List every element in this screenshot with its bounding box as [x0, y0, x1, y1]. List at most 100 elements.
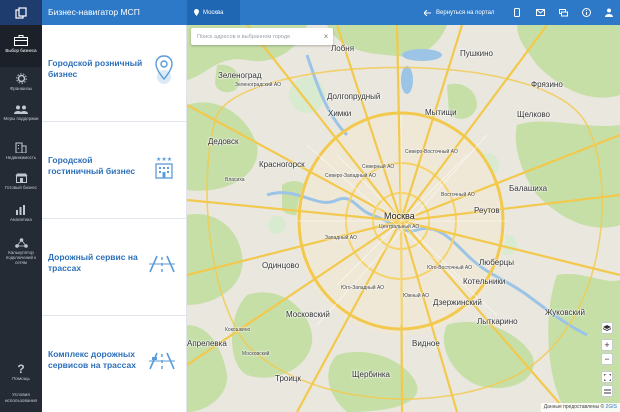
attribution-brand[interactable]: 2GIS: [606, 404, 617, 410]
category-label: Комплекс дорожных сервисов на трассах: [48, 349, 136, 370]
help-label: Помощь: [12, 376, 30, 381]
map-label-troitsk: Троицк: [275, 374, 301, 383]
address-search[interactable]: Поиск адресов в выбранном городе ×: [191, 28, 333, 45]
map-label-dzerzhinsky: Дзержинский: [433, 298, 482, 307]
category-hotel[interactable]: Городской гостиничный бизнес ★★★: [42, 122, 187, 219]
map-label-shchelkovo: Щелково: [517, 110, 550, 119]
map-label-reutov: Реутов: [474, 206, 500, 215]
back-to-portal-label: Вернуться на портал: [436, 9, 495, 16]
map-label-kokoshkino: Кокошкино: [225, 327, 251, 333]
top-bar: Бизнес-навигатор МСП Москва Вернуться на…: [0, 0, 620, 25]
minus-icon: −: [604, 353, 610, 364]
map-label-ne-district: Северо-Восточный АО: [405, 149, 458, 155]
app-title: Бизнес-навигатор МСП: [48, 7, 140, 17]
map-attribution[interactable]: Данные предоставлены © 2GIS: [540, 403, 620, 412]
map-label-balashikha: Балашиха: [509, 184, 548, 193]
building-icon: [15, 142, 27, 153]
map-label-lobnya: Лобня: [331, 44, 355, 53]
map-label-vidnoe: Видное: [412, 339, 440, 348]
map-label-dedovsk: Дедовск: [208, 137, 239, 146]
nav-item-real-estate[interactable]: Недвижимость: [0, 142, 42, 164]
map-label-north-district: Северный АО: [362, 164, 395, 170]
help-icon: ?: [17, 362, 25, 376]
map-label-se-district: Юго-Восточный АО: [427, 265, 472, 271]
map-label-lytkarino: Лыткарино: [477, 317, 518, 326]
terms-link[interactable]: Условия использования: [0, 392, 42, 403]
map-label-lyubertsy: Люберцы: [479, 258, 514, 267]
app-root: Бизнес-навигатор МСП Москва Вернуться на…: [0, 0, 620, 412]
map-label-central-district: Центральный АО: [379, 224, 420, 230]
category-road-service[interactable]: Дорожный сервис на трассах: [42, 219, 187, 316]
layers-button[interactable]: [601, 322, 613, 334]
user-button[interactable]: [602, 0, 616, 25]
location-selector[interactable]: Москва: [187, 0, 240, 25]
user-icon: [605, 8, 613, 17]
map-label-zhukovsky: Жуковский: [545, 308, 585, 317]
location-label: Москва: [203, 9, 224, 16]
people-icon: [14, 105, 28, 114]
location-pin-icon: [155, 55, 173, 84]
road-icon: [149, 255, 175, 273]
mobile-icon: [514, 8, 520, 17]
logo-icon: [15, 6, 27, 19]
nav-item-label: Выбор бизнеса: [5, 48, 37, 53]
map-label-khimki: Химки: [328, 109, 352, 118]
app-logo[interactable]: [0, 0, 42, 25]
road-service-icon: [149, 352, 175, 370]
mobile-button[interactable]: [510, 0, 524, 25]
ruler-icon: [603, 389, 611, 393]
nav-item-franchises[interactable]: Франшизы: [0, 73, 42, 97]
map-label-pushkino: Пушкино: [460, 49, 494, 58]
search-input[interactable]: Поиск адресов в выбранном городе: [191, 34, 319, 40]
map-label-moskovsky-2: Московский: [242, 351, 270, 357]
fullscreen-button[interactable]: [601, 371, 613, 383]
chat-button[interactable]: [556, 0, 570, 25]
plus-icon: +: [604, 339, 610, 350]
nav-item-label: Меры поддержки: [3, 116, 39, 121]
map-label-zelenograd-district: Зеленоградский АО: [235, 82, 281, 88]
layers-icon: [603, 325, 611, 331]
bar-chart-icon: [16, 205, 25, 215]
hotel-icon: ★★★: [155, 156, 173, 179]
fullscreen-icon: [603, 373, 611, 381]
zoom-out-button[interactable]: −: [601, 353, 613, 365]
svg-text:★★★: ★★★: [156, 156, 172, 163]
map-label-zelenograd: Зеленоград: [218, 71, 262, 80]
nav-item-choose-business[interactable]: Выбор бизнеса: [0, 25, 42, 67]
map-label-krasnogorsk: Красногорск: [259, 160, 305, 169]
map-label-nw-district: Северо-Западный АО: [325, 173, 376, 179]
category-retail[interactable]: Городской розничный бизнес: [42, 25, 187, 122]
help-link[interactable]: ? Помощь: [0, 363, 42, 382]
clear-search-icon[interactable]: ×: [319, 32, 333, 41]
zoom-in-button[interactable]: +: [601, 339, 613, 351]
category-label: Городской розничный бизнес: [48, 58, 143, 79]
info-icon: [581, 8, 591, 17]
map-label-moscow: Москва: [384, 211, 415, 221]
ruler-button[interactable]: [601, 385, 613, 397]
map-label-aprelevka: Апрелевка: [187, 339, 227, 348]
arrow-left-icon: [424, 9, 431, 16]
map-label-south-district: Южный АО: [403, 293, 430, 299]
briefcase-icon: [14, 35, 28, 46]
nav-item-support[interactable]: Меры поддержки: [0, 105, 42, 133]
map-label-shcherbinka: Щербинка: [352, 370, 390, 379]
info-button[interactable]: [579, 0, 593, 25]
shop-icon: [15, 173, 27, 183]
map-label-sw-district: Юго-Западный АО: [341, 285, 385, 291]
mail-icon: [535, 9, 545, 16]
location-pin-icon: [194, 9, 199, 16]
nav-item-analytics[interactable]: Аналитика: [0, 205, 42, 227]
category-road-service-complex[interactable]: Комплекс дорожных сервисов на трассах: [42, 316, 187, 412]
nav-item-ready-business[interactable]: Готовый бизнес: [0, 173, 42, 195]
nav-item-label: Готовый бизнес: [4, 185, 38, 190]
back-to-portal-link[interactable]: Вернуться на портал: [424, 0, 494, 25]
nav-item-network-calculator[interactable]: Калькулятор подключений к сетям: [0, 238, 42, 276]
map-label-east-district: Восточный АО: [441, 192, 475, 198]
nav-item-label: Калькулятор подключений к сетям: [5, 250, 37, 266]
map-view[interactable]: Лобня Пушкино Зеленоград Долгопрудный Мы…: [187, 25, 620, 412]
mail-button[interactable]: [533, 0, 547, 25]
chat-icon: [558, 8, 568, 16]
map-label-west-district: Западный АО: [325, 235, 357, 241]
network-icon: [14, 238, 28, 248]
nav-item-label: Франшизы: [10, 86, 32, 91]
